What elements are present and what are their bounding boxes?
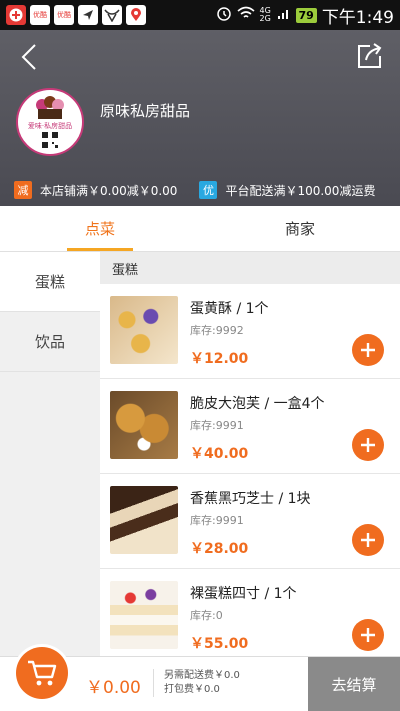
product-name: 香蕉黑巧芝士 / 1块 — [190, 491, 311, 507]
product-stock: 库存:9992 — [190, 324, 244, 337]
promo-delivery: 优 平台配送满￥100.00减运费 — [199, 181, 375, 199]
offer-badge: 优 — [199, 181, 218, 199]
product-item[interactable]: 蛋黄酥 / 1个 库存:9992 ￥12.00 — [100, 284, 400, 379]
plus-icon — [361, 343, 375, 357]
cart-bar: ￥0.00 另需配送费￥0.0 打包费￥0.0 去结算 — [0, 647, 400, 711]
delivery-fee: 另需配送费￥0.0 — [164, 670, 240, 681]
product-name: 脆皮大泡芙 / 一盒4个 — [190, 396, 325, 412]
share-button[interactable] — [356, 42, 386, 72]
checkout-button[interactable]: 去结算 — [308, 657, 400, 711]
clock: 下午1:49 — [321, 7, 394, 28]
product-image — [110, 581, 178, 649]
category-sidebar: 蛋糕 饮品 — [0, 252, 100, 656]
product-image — [110, 486, 178, 554]
plus-icon — [6, 5, 26, 25]
product-item[interactable]: 香蕉黑巧芝士 / 1块 库存:9991 ￥28.00 — [100, 474, 400, 569]
product-image — [110, 391, 178, 459]
network-type: 4G 2G — [259, 6, 271, 23]
back-button[interactable] — [14, 42, 44, 72]
bull-icon — [102, 5, 122, 25]
product-name: 裸蛋糕四寸 / 1个 — [190, 586, 297, 602]
promo-text: 平台配送满￥100.00减运费 — [225, 183, 376, 198]
section-header: 蛋糕 — [100, 252, 400, 284]
product-price: ￥28.00 — [190, 541, 249, 557]
plus-icon — [361, 533, 375, 547]
cart-total: ￥0.00 — [86, 678, 141, 698]
cart-button[interactable] — [16, 647, 68, 699]
product-stock: 库存:0 — [190, 609, 223, 622]
shop-logo: 爱味·私房甜品 — [16, 88, 84, 156]
navigation-icon — [78, 5, 98, 25]
product-stock: 库存:9991 — [190, 514, 244, 527]
share-icon — [358, 43, 382, 68]
product-price: ￥12.00 — [190, 351, 249, 367]
alarm-icon — [216, 5, 232, 25]
cupcake-icon — [36, 96, 64, 119]
shop-name: 原味私房甜品 — [100, 102, 191, 120]
logo-text: 爱味·私房甜品 — [27, 122, 73, 130]
tab-order[interactable]: 点菜 — [0, 206, 200, 251]
qr-code-icon — [41, 131, 59, 149]
youku-icon: 优酷 — [30, 5, 50, 25]
promo-text: 本店铺满￥0.00减￥0.00 — [40, 183, 178, 198]
signal-icon — [277, 6, 291, 24]
status-bar: 优酷 优酷 4G 2G 79 下午1:49 — [0, 0, 400, 30]
add-to-cart-button[interactable] — [352, 334, 384, 366]
promo-row: 减 本店铺满￥0.00减￥0.00 优 平台配送满￥100.00减运费 — [0, 174, 400, 206]
tab-merchant[interactable]: 商家 — [200, 206, 400, 251]
product-price: ￥55.00 — [190, 636, 249, 652]
category-drinks[interactable]: 饮品 — [0, 312, 100, 372]
product-price: ￥40.00 — [190, 446, 249, 462]
wifi-icon — [236, 6, 255, 24]
shopping-cart-icon — [28, 660, 57, 686]
product-item[interactable]: 裸蛋糕四寸 / 1个 库存:0 ￥55.00 — [100, 569, 400, 656]
product-list: 蛋糕 蛋黄酥 / 1个 库存:9992 ￥12.00 脆皮大泡芙 / 一盒4个 … — [100, 252, 400, 656]
back-icon — [21, 44, 36, 70]
plus-icon — [361, 438, 375, 452]
map-pin-icon — [126, 5, 146, 25]
plus-icon — [361, 628, 375, 642]
product-item[interactable]: 脆皮大泡芙 / 一盒4个 库存:9991 ￥40.00 — [100, 379, 400, 474]
promo-discount: 减 本店铺满￥0.00减￥0.00 — [14, 181, 177, 199]
product-name: 蛋黄酥 / 1个 — [190, 301, 269, 317]
youku-icon: 优酷 — [54, 5, 74, 25]
product-stock: 库存:9991 — [190, 419, 244, 432]
add-to-cart-button[interactable] — [352, 524, 384, 556]
add-to-cart-button[interactable] — [352, 619, 384, 651]
battery-level: 79 — [295, 7, 317, 23]
discount-badge: 减 — [14, 181, 32, 199]
notification-icons: 优酷 优酷 — [6, 5, 146, 25]
category-cake[interactable]: 蛋糕 — [0, 252, 100, 312]
product-image — [110, 296, 178, 364]
add-to-cart-button[interactable] — [352, 429, 384, 461]
tab-bar: 点菜 商家 — [0, 206, 400, 252]
packing-fee: 打包费￥0.0 — [164, 684, 220, 695]
shop-header: 爱味·私房甜品 原味私房甜品 减 本店铺满￥0.00减￥0.00 优 平台配送满… — [0, 30, 400, 206]
fee-info: 另需配送费￥0.0 打包费￥0.0 — [153, 669, 240, 697]
